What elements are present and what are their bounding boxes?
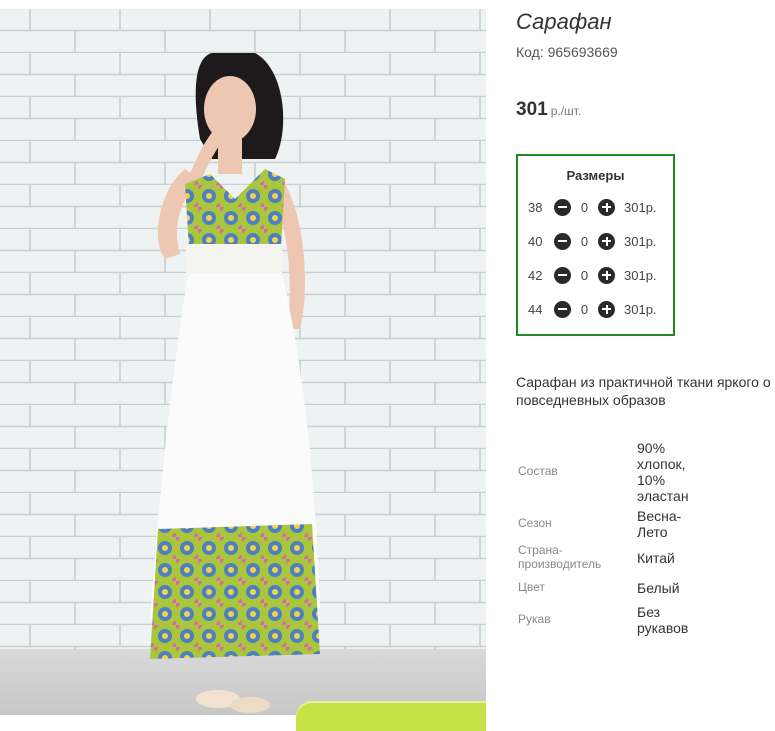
spec-label-line: Страна- <box>518 543 563 557</box>
size-price: 301р. <box>624 267 657 283</box>
spec-value-line: рукавов <box>637 620 689 636</box>
spec-value-country: Китай <box>637 550 675 566</box>
spec-value-color: Белый <box>637 580 680 596</box>
size-row: 42 0 301р. <box>528 265 657 285</box>
minus-circle-icon[interactable] <box>554 300 571 318</box>
plus-circle-icon[interactable] <box>598 198 615 216</box>
spec-label-sleeve: Рукав <box>518 612 551 626</box>
size-quantity[interactable]: 0 <box>571 268 598 283</box>
minus-circle-icon[interactable] <box>554 198 571 216</box>
spec-value-line: эластан <box>637 488 689 504</box>
size-price: 301р. <box>624 199 657 215</box>
minus-circle-icon[interactable] <box>554 266 571 284</box>
minus-circle-icon[interactable] <box>554 232 571 250</box>
size-label: 38 <box>528 199 543 215</box>
sizes-box: Размеры 38 0 301р. 40 0 301р. 42 0 301р.… <box>516 154 675 336</box>
product-code: Код: 965693669 <box>516 44 618 60</box>
sizes-title: Размеры <box>566 168 625 183</box>
size-row: 38 0 301р. <box>528 197 657 217</box>
size-row: 40 0 301р. <box>528 231 657 251</box>
description-line: повседневных образов <box>516 392 666 408</box>
size-price: 301р. <box>624 233 657 249</box>
product-photo-illustration <box>0 9 486 715</box>
size-label: 42 <box>528 267 543 283</box>
spec-label-composition: Состав <box>518 464 558 478</box>
plus-circle-icon[interactable] <box>598 232 615 250</box>
size-row: 44 0 301р. <box>528 299 657 319</box>
spec-value-sleeve: Без рукавов <box>637 604 688 636</box>
plus-circle-icon[interactable] <box>598 266 615 284</box>
spec-label-line: производитель <box>518 557 602 571</box>
spec-value-line: Белый <box>637 580 680 596</box>
add-to-cart-button[interactable] <box>296 701 486 731</box>
description-line: Сарафан из практичной ткани яркого о <box>516 374 771 390</box>
size-label: 40 <box>528 233 543 249</box>
spec-value-line: Китай <box>637 550 675 566</box>
spec-value-line: 10% <box>637 472 666 488</box>
size-quantity[interactable]: 0 <box>571 302 598 317</box>
spec-value-line: Лето <box>637 524 668 540</box>
product-description: Сарафан из практичной ткани яркого о пов… <box>516 373 775 409</box>
price-amount: 301 <box>516 99 548 120</box>
product-price: 301 р./шт. <box>516 99 581 121</box>
spec-value-composition: 90% хлопок, 10% эластан <box>637 440 689 504</box>
size-price: 301р. <box>624 301 657 317</box>
spec-value-line: 90% <box>637 440 666 456</box>
product-title: Сарафан <box>516 9 612 34</box>
size-quantity[interactable]: 0 <box>571 234 598 249</box>
product-photo[interactable] <box>0 9 486 715</box>
size-label: 44 <box>528 301 543 317</box>
spec-label-season: Сезон <box>518 516 552 530</box>
spec-value-line: Без <box>637 604 661 620</box>
size-quantity[interactable]: 0 <box>571 200 598 215</box>
price-unit: р./шт. <box>550 104 582 118</box>
spec-value-season: Весна- Лето <box>637 508 681 540</box>
plus-circle-icon[interactable] <box>598 300 615 318</box>
spec-label-color: Цвет <box>518 580 545 594</box>
spec-value-line: хлопок, <box>637 456 686 472</box>
spec-label-country: Страна- производитель <box>518 543 601 571</box>
spec-value-line: Весна- <box>637 508 682 524</box>
